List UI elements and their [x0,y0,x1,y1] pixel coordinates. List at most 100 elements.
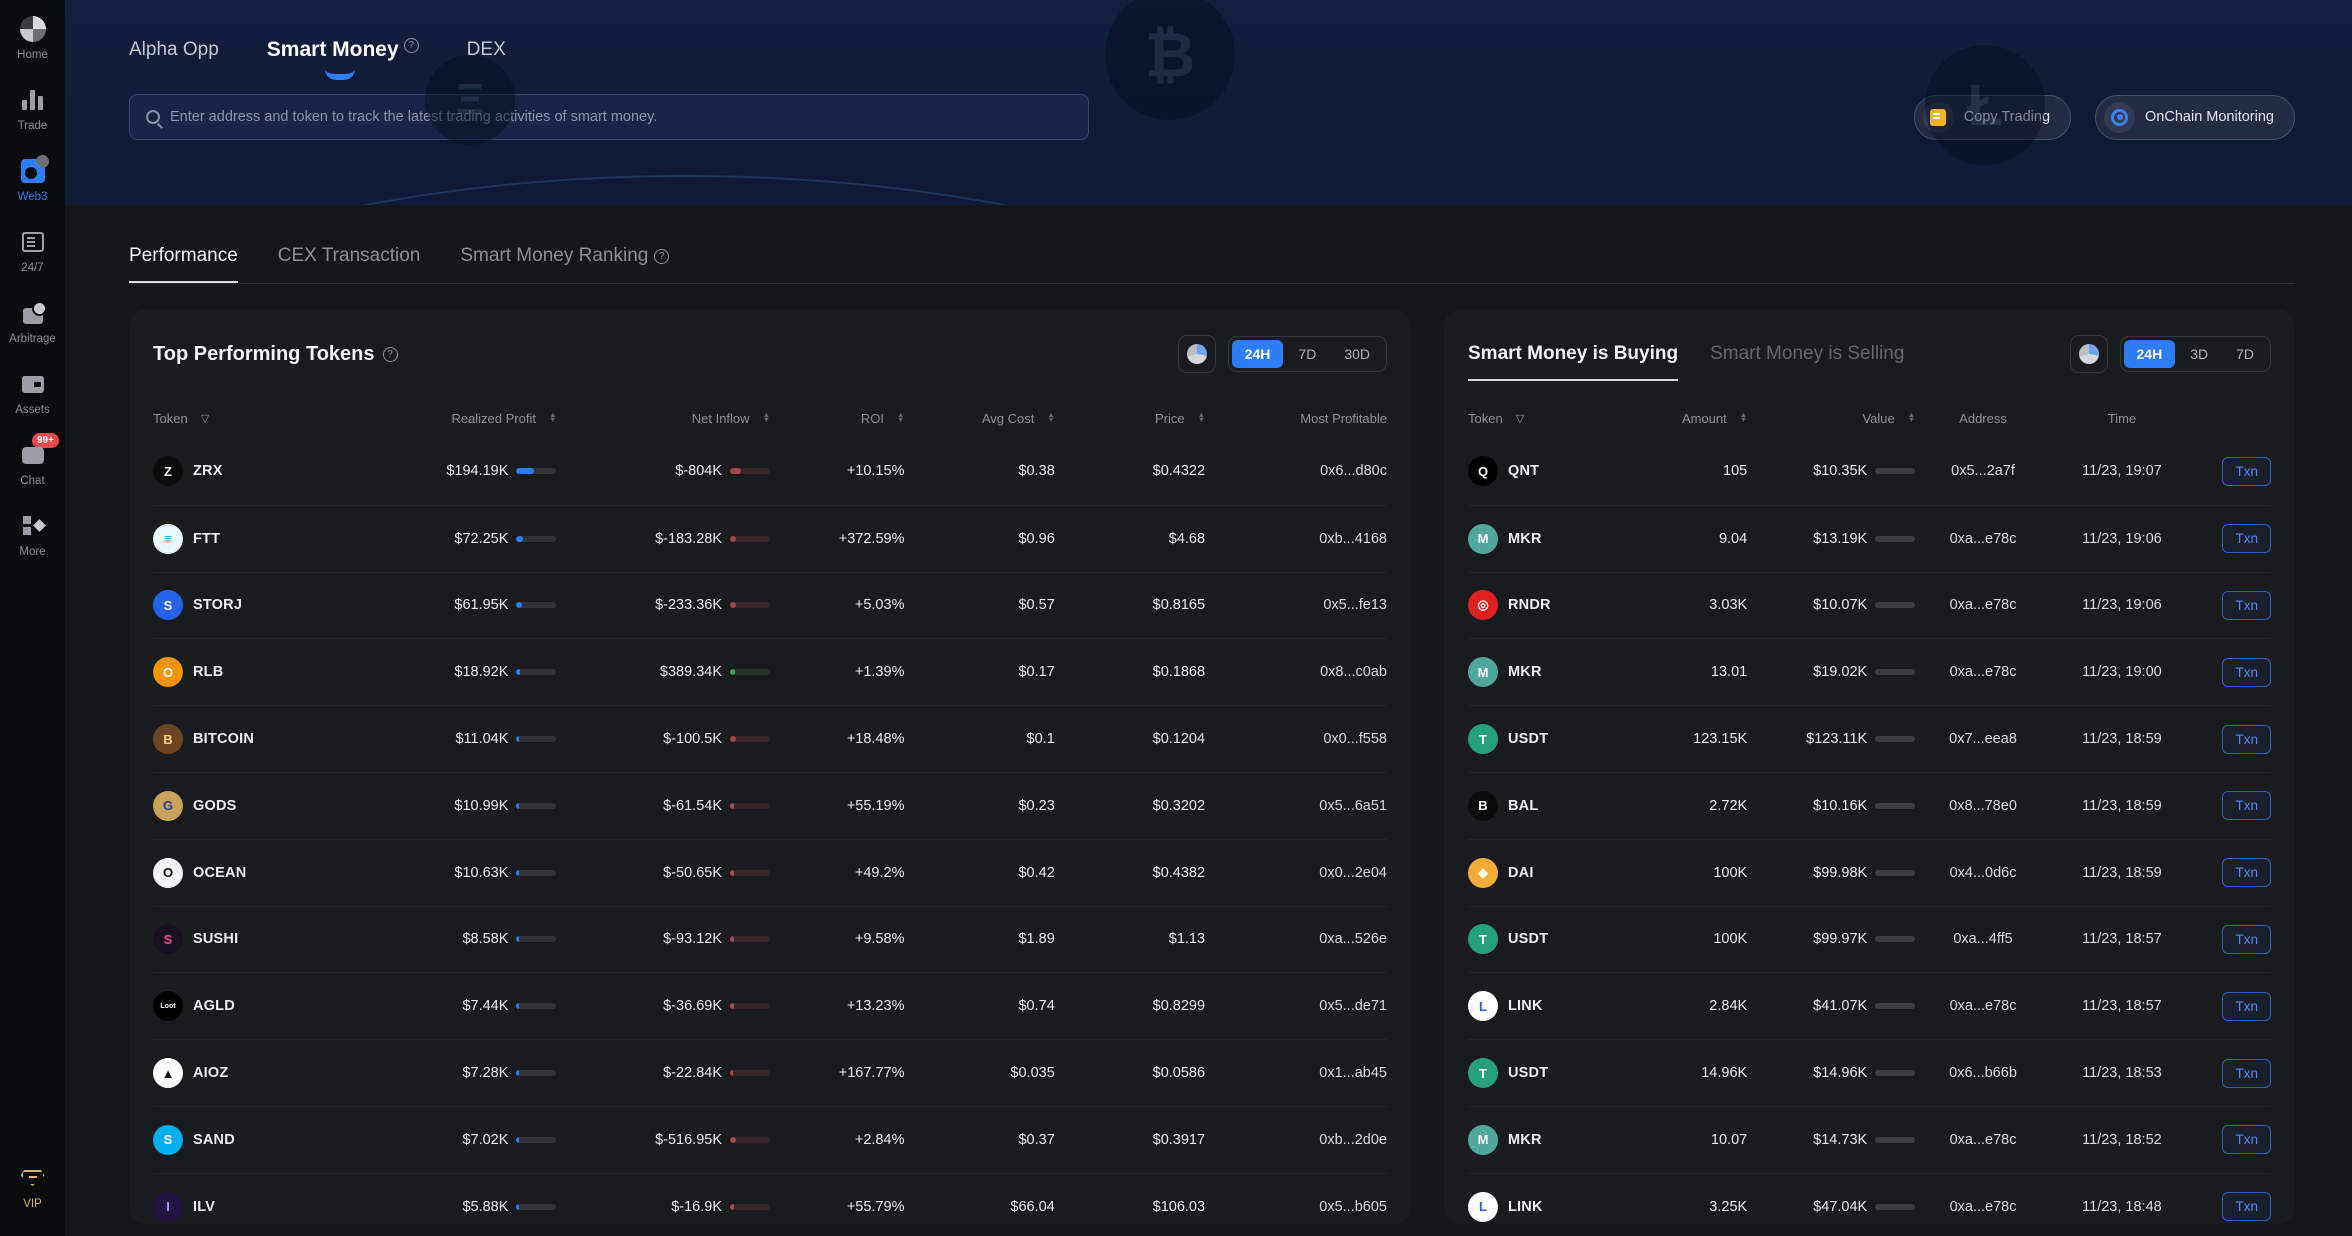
nav-smart-money[interactable]: Smart Money ? [267,38,419,62]
table-row[interactable]: ▲ AIOZ $7.28K $-22.84K +167.77% $0.035 $… [153,1039,1387,1106]
table-row[interactable]: ◎ RNDR 3.03K $10.07K 0xa...e78c 11/23, 1… [1468,572,2271,639]
most-profitable-address[interactable]: 0x1...ab45 [1319,1065,1387,1081]
help-icon[interactable]: ? [404,38,419,53]
table-row[interactable]: O RLB $18.92K $389.34K +1.39% $0.17 $0.1… [153,638,1387,705]
tab-smart-money-ranking[interactable]: Smart Money Ranking ? [460,245,669,283]
most-profitable-address[interactable]: 0x5...6a51 [1319,798,1387,814]
table-row[interactable]: B BAL 2.72K $10.16K 0x8...78e0 11/23, 18… [1468,772,2271,839]
sidebar-item-web3[interactable]: Web3 [0,158,65,203]
nav-dex[interactable]: DEX [467,39,506,61]
wallet-address[interactable]: 0xa...e78c [1950,1199,2017,1215]
txn-button[interactable]: Txn [2222,992,2271,1021]
txn-button[interactable]: Txn [2222,725,2271,754]
tab-smart-money-selling[interactable]: Smart Money is Selling [1710,313,1904,395]
sidebar-item-trade[interactable]: Trade [0,87,65,132]
sort-icon[interactable]: ▲▼ [897,413,904,422]
table-row[interactable]: T USDT 123.15K $123.11K 0x7...eea8 11/23… [1468,705,2271,772]
table-row[interactable]: ≡ FTT $72.25K $-183.28K +372.59% $0.96 $… [153,505,1387,572]
tab-smart-money-buying[interactable]: Smart Money is Buying [1468,313,1678,395]
wallet-address[interactable]: 0x8...78e0 [1949,798,2017,814]
period-option-24h[interactable]: 24H [2124,340,2176,368]
sort-icon[interactable]: ▲▼ [763,413,770,422]
txn-button[interactable]: Txn [2222,524,2271,553]
table-row[interactable]: M MKR 13.01 $19.02K 0xa...e78c 11/23, 19… [1468,638,2271,705]
txn-button[interactable]: Txn [2222,1059,2271,1088]
wallet-address[interactable]: 0xa...4ff5 [1953,931,2012,947]
most-profitable-address[interactable]: 0xb...4168 [1319,531,1387,547]
wallet-address[interactable]: 0xa...e78c [1950,1132,2017,1148]
txn-button[interactable]: Txn [2222,457,2271,486]
table-row[interactable]: L LINK 2.84K $41.07K 0xa...e78c 11/23, 1… [1468,972,2271,1039]
sidebar-item-assets[interactable]: Assets [0,371,65,416]
sidebar-item-arbitrage[interactable]: Arbitrage [0,300,65,345]
most-profitable-address[interactable]: 0x5...b605 [1319,1199,1387,1215]
table-row[interactable]: S STORJ $61.95K $-233.36K +5.03% $0.57 $… [153,572,1387,639]
txn-button[interactable]: Txn [2222,1192,2271,1221]
wallet-address[interactable]: 0xa...e78c [1950,998,2017,1014]
sidebar-item-vip[interactable]: VIP [0,1165,65,1210]
most-profitable-address[interactable]: 0x5...fe13 [1323,597,1387,613]
period-option-7d[interactable]: 7D [2223,340,2267,368]
txn-button[interactable]: Txn [2222,858,2271,887]
table-row[interactable]: T USDT 100K $99.97K 0xa...4ff5 11/23, 18… [1468,906,2271,973]
sort-icon[interactable]: ▲▼ [1198,413,1205,422]
smart-money-search[interactable] [129,94,1089,140]
table-row[interactable]: ◈ DAI 100K $99.98K 0x4...0d6c 11/23, 18:… [1468,839,2271,906]
sort-icon[interactable]: ▲▼ [1047,413,1054,422]
table-row[interactable]: Q QNT 105 $10.35K 0x5...2a7f 11/23, 19:0… [1468,438,2271,505]
table-row[interactable]: I ILV $5.88K $-16.9K +55.79% $66.04 $106… [153,1173,1387,1224]
sidebar-item-247[interactable]: 24/7 [0,229,65,274]
table-row[interactable]: Loot AGLD $7.44K $-36.69K +13.23% $0.74 … [153,972,1387,1039]
txn-button[interactable]: Txn [2222,791,2271,820]
table-row[interactable]: M MKR 9.04 $13.19K 0xa...e78c 11/23, 19:… [1468,505,2271,572]
wallet-address[interactable]: 0xa...e78c [1950,531,2017,547]
table-row[interactable]: S SAND $7.02K $-516.95K +2.84% $0.37 $0.… [153,1106,1387,1173]
period-option-24h[interactable]: 24H [1232,340,1284,368]
wallet-address[interactable]: 0xa...e78c [1950,664,2017,680]
txn-button[interactable]: Txn [2222,591,2271,620]
wallet-address[interactable]: 0x4...0d6c [1950,865,2017,881]
onchain-monitoring-button[interactable]: OnChain Monitoring [2095,95,2295,140]
most-profitable-address[interactable]: 0x6...d80c [1320,463,1387,479]
txn-button[interactable]: Txn [2222,1125,2271,1154]
table-row[interactable]: T USDT 14.96K $14.96K 0x6...b66b 11/23, … [1468,1039,2271,1106]
sort-icon[interactable]: ▲▼ [1740,413,1747,422]
table-row[interactable]: M MKR 10.07 $14.73K 0xa...e78c 11/23, 18… [1468,1106,2271,1173]
nav-alpha-opp[interactable]: Alpha Opp [129,39,219,61]
chart-view-button[interactable] [1178,335,1216,373]
most-profitable-address[interactable]: 0x8...c0ab [1320,664,1387,680]
table-row[interactable]: S SUSHI $8.58K $-93.12K +9.58% $1.89 $1.… [153,906,1387,973]
most-profitable-address[interactable]: 0x0...f558 [1323,731,1387,747]
filter-icon[interactable]: ▽ [201,412,209,425]
filter-icon[interactable]: ▽ [1516,412,1524,425]
txn-button[interactable]: Txn [2222,925,2271,954]
help-icon[interactable]: ? [654,249,669,264]
most-profitable-address[interactable]: 0x0...2e04 [1319,865,1387,881]
help-icon[interactable]: ? [383,347,398,362]
tab-performance[interactable]: Performance [129,245,238,283]
most-profitable-address[interactable]: 0xa...526e [1319,931,1387,947]
table-row[interactable]: B BITCOIN $11.04K $-100.5K +18.48% $0.1 … [153,705,1387,772]
sidebar-item-chat[interactable]: 99+ Chat [0,442,65,487]
table-row[interactable]: Z ZRX $194.19K $-804K +10.15% $0.38 $0.4… [153,438,1387,505]
sidebar-item-more[interactable]: More [0,513,65,558]
most-profitable-address[interactable]: 0x5...de71 [1319,998,1387,1014]
txn-button[interactable]: Txn [2222,658,2271,687]
tab-cex-transaction[interactable]: CEX Transaction [278,245,421,283]
sidebar-item-home[interactable]: Home [0,16,65,61]
sort-icon[interactable]: ▲▼ [1908,413,1915,422]
table-row[interactable]: G GODS $10.99K $-61.54K +55.19% $0.23 $0… [153,772,1387,839]
search-input[interactable] [170,109,1072,125]
table-row[interactable]: L LINK 3.25K $47.04K 0xa...e78c 11/23, 1… [1468,1173,2271,1224]
wallet-address[interactable]: 0x5...2a7f [1951,463,2015,479]
wallet-address[interactable]: 0xa...e78c [1950,597,2017,613]
period-option-30d[interactable]: 30D [1331,340,1383,368]
chart-view-button[interactable] [2070,335,2108,373]
period-option-7d[interactable]: 7D [1285,340,1329,368]
sort-icon[interactable]: ▲▼ [549,413,556,422]
most-profitable-address[interactable]: 0xb...2d0e [1319,1132,1387,1148]
wallet-address[interactable]: 0x6...b66b [1949,1065,2017,1081]
wallet-address[interactable]: 0x7...eea8 [1949,731,2017,747]
period-option-3d[interactable]: 3D [2177,340,2221,368]
table-row[interactable]: O OCEAN $10.63K $-50.65K +49.2% $0.42 $0… [153,839,1387,906]
